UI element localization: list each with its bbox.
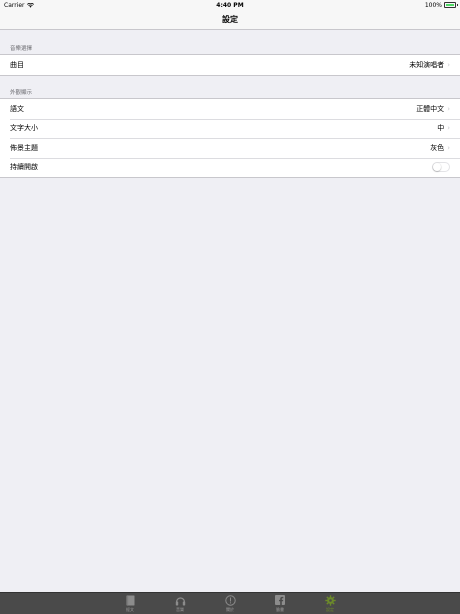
tab-about-label: 關於	[226, 606, 234, 612]
chevron-right-icon: ›	[447, 104, 450, 113]
track-value: 未知演唱者	[409, 60, 445, 69]
keep-screen-on-row: 持續開啟	[0, 157, 460, 178]
font-size-label: 文字大小	[10, 124, 38, 133]
tab-music[interactable]: 音樂	[170, 595, 190, 613]
language-row[interactable]: 語文 正體中文 ›	[0, 99, 460, 119]
theme-row[interactable]: 佈景主題 灰色 ›	[0, 138, 460, 158]
tab-music-label: 音樂	[176, 606, 184, 612]
language-value: 正體中文	[416, 104, 445, 113]
info-icon	[224, 594, 236, 606]
status-bar: Carrier 4:40 PM 100%	[0, 0, 460, 10]
tab-about[interactable]: 關於	[220, 594, 240, 613]
section-header-music: 音樂選擇	[10, 46, 33, 52]
tab-facebook[interactable]: 臉書	[270, 595, 290, 613]
facebook-icon	[275, 595, 286, 606]
keep-screen-on-toggle[interactable]	[432, 162, 450, 173]
page-title: 設定	[222, 15, 238, 24]
tab-settings[interactable]: 設定	[320, 594, 340, 613]
book-icon	[125, 595, 136, 606]
tab-facebook-label: 臉書	[276, 606, 284, 612]
track-value-wrap: 未知演唱者 ›	[409, 60, 450, 70]
appearance-group: 語文 正體中文 › 文字大小 中 › 佈景主題 灰色 › 持續開啟	[0, 98, 460, 178]
font-size-value-wrap: 中 ›	[437, 123, 450, 133]
chevron-right-icon: ›	[447, 60, 450, 69]
toggle-knob	[433, 163, 441, 172]
font-size-row[interactable]: 文字大小 中 ›	[0, 118, 460, 139]
language-value-wrap: 正體中文 ›	[416, 104, 450, 114]
language-label: 語文	[10, 104, 24, 113]
headphones-icon	[175, 595, 186, 606]
font-size-value: 中	[437, 124, 445, 133]
theme-value: 灰色	[430, 143, 445, 152]
track-label: 曲目	[10, 60, 24, 69]
status-time: 4:40 PM	[216, 1, 244, 9]
navigation-bar: 設定	[0, 10, 460, 30]
chevron-right-icon: ›	[447, 143, 450, 152]
music-group: 曲目 未知演唱者 ›	[0, 54, 460, 76]
chevron-right-icon: ›	[447, 124, 450, 133]
tab-scripture-label: 經文	[126, 606, 134, 612]
battery-icon	[444, 2, 458, 8]
gear-icon	[324, 594, 336, 606]
keep-screen-on-label: 持續開啟	[10, 163, 38, 172]
section-header-appearance: 外觀顯示	[10, 90, 33, 96]
theme-label: 佈景主題	[10, 143, 38, 152]
theme-value-wrap: 灰色 ›	[430, 143, 450, 153]
track-row[interactable]: 曲目 未知演唱者 ›	[0, 55, 460, 75]
tab-settings-label: 設定	[326, 606, 334, 612]
tab-scripture[interactable]: 經文	[120, 595, 140, 613]
tab-bar: 經文 音樂 關於 臉書 設定	[0, 592, 460, 614]
